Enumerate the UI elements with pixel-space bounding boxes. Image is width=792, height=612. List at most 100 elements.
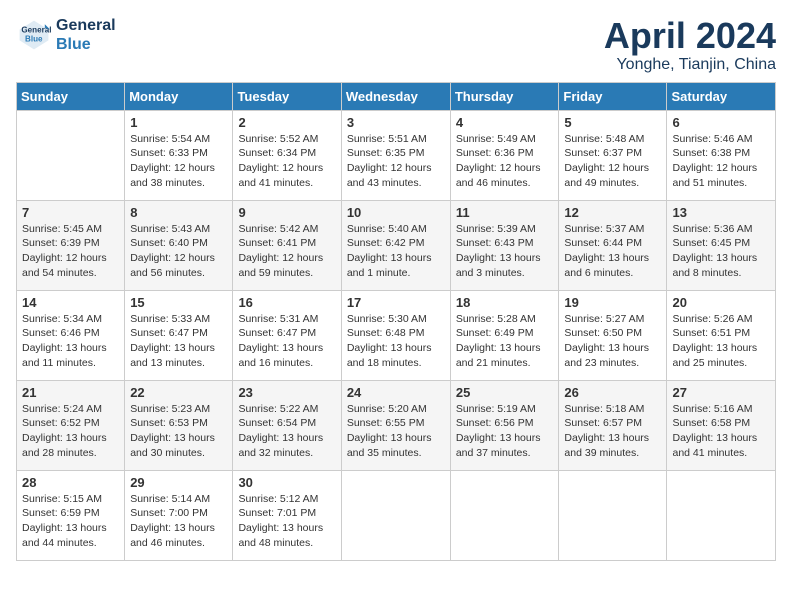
cell-date: 19 [564, 295, 661, 310]
cell-date: 30 [238, 475, 335, 490]
cell-info: Sunrise: 5:26 AM Sunset: 6:51 PM Dayligh… [672, 312, 770, 371]
cell-date: 18 [456, 295, 554, 310]
calendar-cell: 17Sunrise: 5:30 AM Sunset: 6:48 PM Dayli… [341, 290, 450, 380]
cell-info: Sunrise: 5:18 AM Sunset: 6:57 PM Dayligh… [564, 402, 661, 461]
calendar-cell: 23 Sunrise: 5:22 AM Sunset: 6:54 PM Dayli… [233, 380, 341, 470]
cell-date: 16 [238, 295, 335, 310]
cell-date: 10 [347, 205, 445, 220]
cell-date: 5 [564, 115, 661, 130]
cell-date: 21 [22, 385, 119, 400]
calendar-cell [667, 470, 776, 560]
cell-date: 27 [672, 385, 770, 400]
cell-info: Sunrise: 5:45 AM Sunset: 6:39 PM Dayligh… [22, 222, 119, 281]
cell-date: 22 [130, 385, 227, 400]
cell-info: Sunrise: 5:34 AM Sunset: 6:46 PM Dayligh… [22, 312, 119, 371]
cell-date: 28 [22, 475, 119, 490]
calendar-cell: 7 Sunrise: 5:45 AM Sunset: 6:39 PM Daylig… [17, 200, 125, 290]
cell-info: Sunrise: 5:16 AM Sunset: 6:58 PM Dayligh… [672, 402, 770, 461]
calendar-cell: 30 Sunrise: 5:12 AM Sunset: 7:01 PM Dayli… [233, 470, 341, 560]
svg-text:Blue: Blue [25, 34, 43, 43]
cell-date: 3 [347, 115, 445, 130]
calendar-cell: 16Sunrise: 5:31 AM Sunset: 6:47 PM Dayli… [233, 290, 341, 380]
calendar-cell: 14 Sunrise: 5:34 AM Sunset: 6:46 PM Dayli… [17, 290, 125, 380]
calendar-cell: 5Sunrise: 5:48 AM Sunset: 6:37 PM Daylig… [559, 110, 667, 200]
calendar-cell: 1 Sunrise: 5:54 AM Sunset: 6:33 PM Daylig… [125, 110, 233, 200]
cell-date: 25 [456, 385, 554, 400]
cell-info: Sunrise: 5:19 AM Sunset: 6:56 PM Dayligh… [456, 402, 554, 461]
cell-info: Sunrise: 5:40 AM Sunset: 6:42 PM Dayligh… [347, 222, 445, 281]
calendar-cell: 19Sunrise: 5:27 AM Sunset: 6:50 PM Dayli… [559, 290, 667, 380]
calendar-cell: 8 Sunrise: 5:43 AM Sunset: 6:40 PM Daylig… [125, 200, 233, 290]
cell-date: 6 [672, 115, 770, 130]
month-title: April 2024 [604, 16, 776, 56]
week-row-3: 14 Sunrise: 5:34 AM Sunset: 6:46 PM Dayli… [17, 290, 776, 380]
cell-date: 29 [130, 475, 227, 490]
cell-date: 1 [130, 115, 227, 130]
calendar-cell: 24 Sunrise: 5:20 AM Sunset: 6:55 PM Dayli… [341, 380, 450, 470]
calendar-cell [559, 470, 667, 560]
cell-info: Sunrise: 5:12 AM Sunset: 7:01 PM Dayligh… [238, 492, 335, 551]
logo-general: General [56, 16, 116, 35]
cell-date: 4 [456, 115, 554, 130]
week-row-2: 7 Sunrise: 5:45 AM Sunset: 6:39 PM Daylig… [17, 200, 776, 290]
cell-date: 23 [238, 385, 335, 400]
title-block: April 2024 Yonghe, Tianjin, China [604, 16, 776, 74]
cell-info: Sunrise: 5:46 AM Sunset: 6:38 PM Dayligh… [672, 132, 770, 191]
cell-info: Sunrise: 5:14 AM Sunset: 7:00 PM Dayligh… [130, 492, 227, 551]
calendar-cell: 10 Sunrise: 5:40 AM Sunset: 6:42 PM Dayli… [341, 200, 450, 290]
cell-date: 24 [347, 385, 445, 400]
cell-date: 17 [347, 295, 445, 310]
weekday-header-friday: Friday [559, 82, 667, 110]
cell-info: Sunrise: 5:37 AM Sunset: 6:44 PM Dayligh… [564, 222, 661, 281]
cell-info: Sunrise: 5:24 AM Sunset: 6:52 PM Dayligh… [22, 402, 119, 461]
calendar-cell [341, 470, 450, 560]
cell-info: Sunrise: 5:54 AM Sunset: 6:33 PM Dayligh… [130, 132, 227, 191]
cell-info: Sunrise: 5:36 AM Sunset: 6:45 PM Dayligh… [672, 222, 770, 281]
calendar-header: SundayMondayTuesdayWednesdayThursdayFrid… [17, 82, 776, 110]
cell-info: Sunrise: 5:22 AM Sunset: 6:54 PM Dayligh… [238, 402, 335, 461]
weekday-header-monday: Monday [125, 82, 233, 110]
logo: General Blue General Blue [16, 16, 116, 54]
calendar-cell: 6 Sunrise: 5:46 AM Sunset: 6:38 PM Daylig… [667, 110, 776, 200]
calendar-cell: 9Sunrise: 5:42 AM Sunset: 6:41 PM Daylig… [233, 200, 341, 290]
calendar-cell [17, 110, 125, 200]
calendar-cell [450, 470, 559, 560]
calendar-cell: 26 Sunrise: 5:18 AM Sunset: 6:57 PM Dayli… [559, 380, 667, 470]
logo-icon: General Blue [16, 17, 52, 53]
cell-date: 26 [564, 385, 661, 400]
cell-info: Sunrise: 5:43 AM Sunset: 6:40 PM Dayligh… [130, 222, 227, 281]
cell-info: Sunrise: 5:23 AM Sunset: 6:53 PM Dayligh… [130, 402, 227, 461]
cell-info: Sunrise: 5:20 AM Sunset: 6:55 PM Dayligh… [347, 402, 445, 461]
calendar-cell: 2 Sunrise: 5:52 AM Sunset: 6:34 PM Daylig… [233, 110, 341, 200]
calendar-table: SundayMondayTuesdayWednesdayThursdayFrid… [16, 82, 776, 561]
calendar-cell: 11 Sunrise: 5:39 AM Sunset: 6:43 PM Dayli… [450, 200, 559, 290]
cell-info: Sunrise: 5:49 AM Sunset: 6:36 PM Dayligh… [456, 132, 554, 191]
calendar-cell: 29 Sunrise: 5:14 AM Sunset: 7:00 PM Dayli… [125, 470, 233, 560]
cell-date: 12 [564, 205, 661, 220]
cell-date: 11 [456, 205, 554, 220]
week-row-4: 21 Sunrise: 5:24 AM Sunset: 6:52 PM Dayli… [17, 380, 776, 470]
week-row-5: 28 Sunrise: 5:15 AM Sunset: 6:59 PM Dayli… [17, 470, 776, 560]
cell-info: Sunrise: 5:15 AM Sunset: 6:59 PM Dayligh… [22, 492, 119, 551]
calendar-cell: 22 Sunrise: 5:23 AM Sunset: 6:53 PM Dayli… [125, 380, 233, 470]
calendar-cell: 25 Sunrise: 5:19 AM Sunset: 6:56 PM Dayli… [450, 380, 559, 470]
cell-date: 7 [22, 205, 119, 220]
calendar-cell: 28 Sunrise: 5:15 AM Sunset: 6:59 PM Dayli… [17, 470, 125, 560]
cell-date: 14 [22, 295, 119, 310]
weekday-header-wednesday: Wednesday [341, 82, 450, 110]
location-title: Yonghe, Tianjin, China [604, 56, 776, 74]
cell-date: 20 [672, 295, 770, 310]
cell-info: Sunrise: 5:52 AM Sunset: 6:34 PM Dayligh… [238, 132, 335, 191]
weekday-header-thursday: Thursday [450, 82, 559, 110]
calendar-cell: 15Sunrise: 5:33 AM Sunset: 6:47 PM Dayli… [125, 290, 233, 380]
calendar-cell: 20 Sunrise: 5:26 AM Sunset: 6:51 PM Dayli… [667, 290, 776, 380]
cell-info: Sunrise: 5:39 AM Sunset: 6:43 PM Dayligh… [456, 222, 554, 281]
calendar-cell: 27 Sunrise: 5:16 AM Sunset: 6:58 PM Dayli… [667, 380, 776, 470]
calendar-cell: 21 Sunrise: 5:24 AM Sunset: 6:52 PM Dayli… [17, 380, 125, 470]
weekday-header-tuesday: Tuesday [233, 82, 341, 110]
calendar-cell: 18Sunrise: 5:28 AM Sunset: 6:49 PM Dayli… [450, 290, 559, 380]
cell-date: 8 [130, 205, 227, 220]
cell-date: 2 [238, 115, 335, 130]
weekday-header-sunday: Sunday [17, 82, 125, 110]
cell-date: 9 [238, 205, 335, 220]
